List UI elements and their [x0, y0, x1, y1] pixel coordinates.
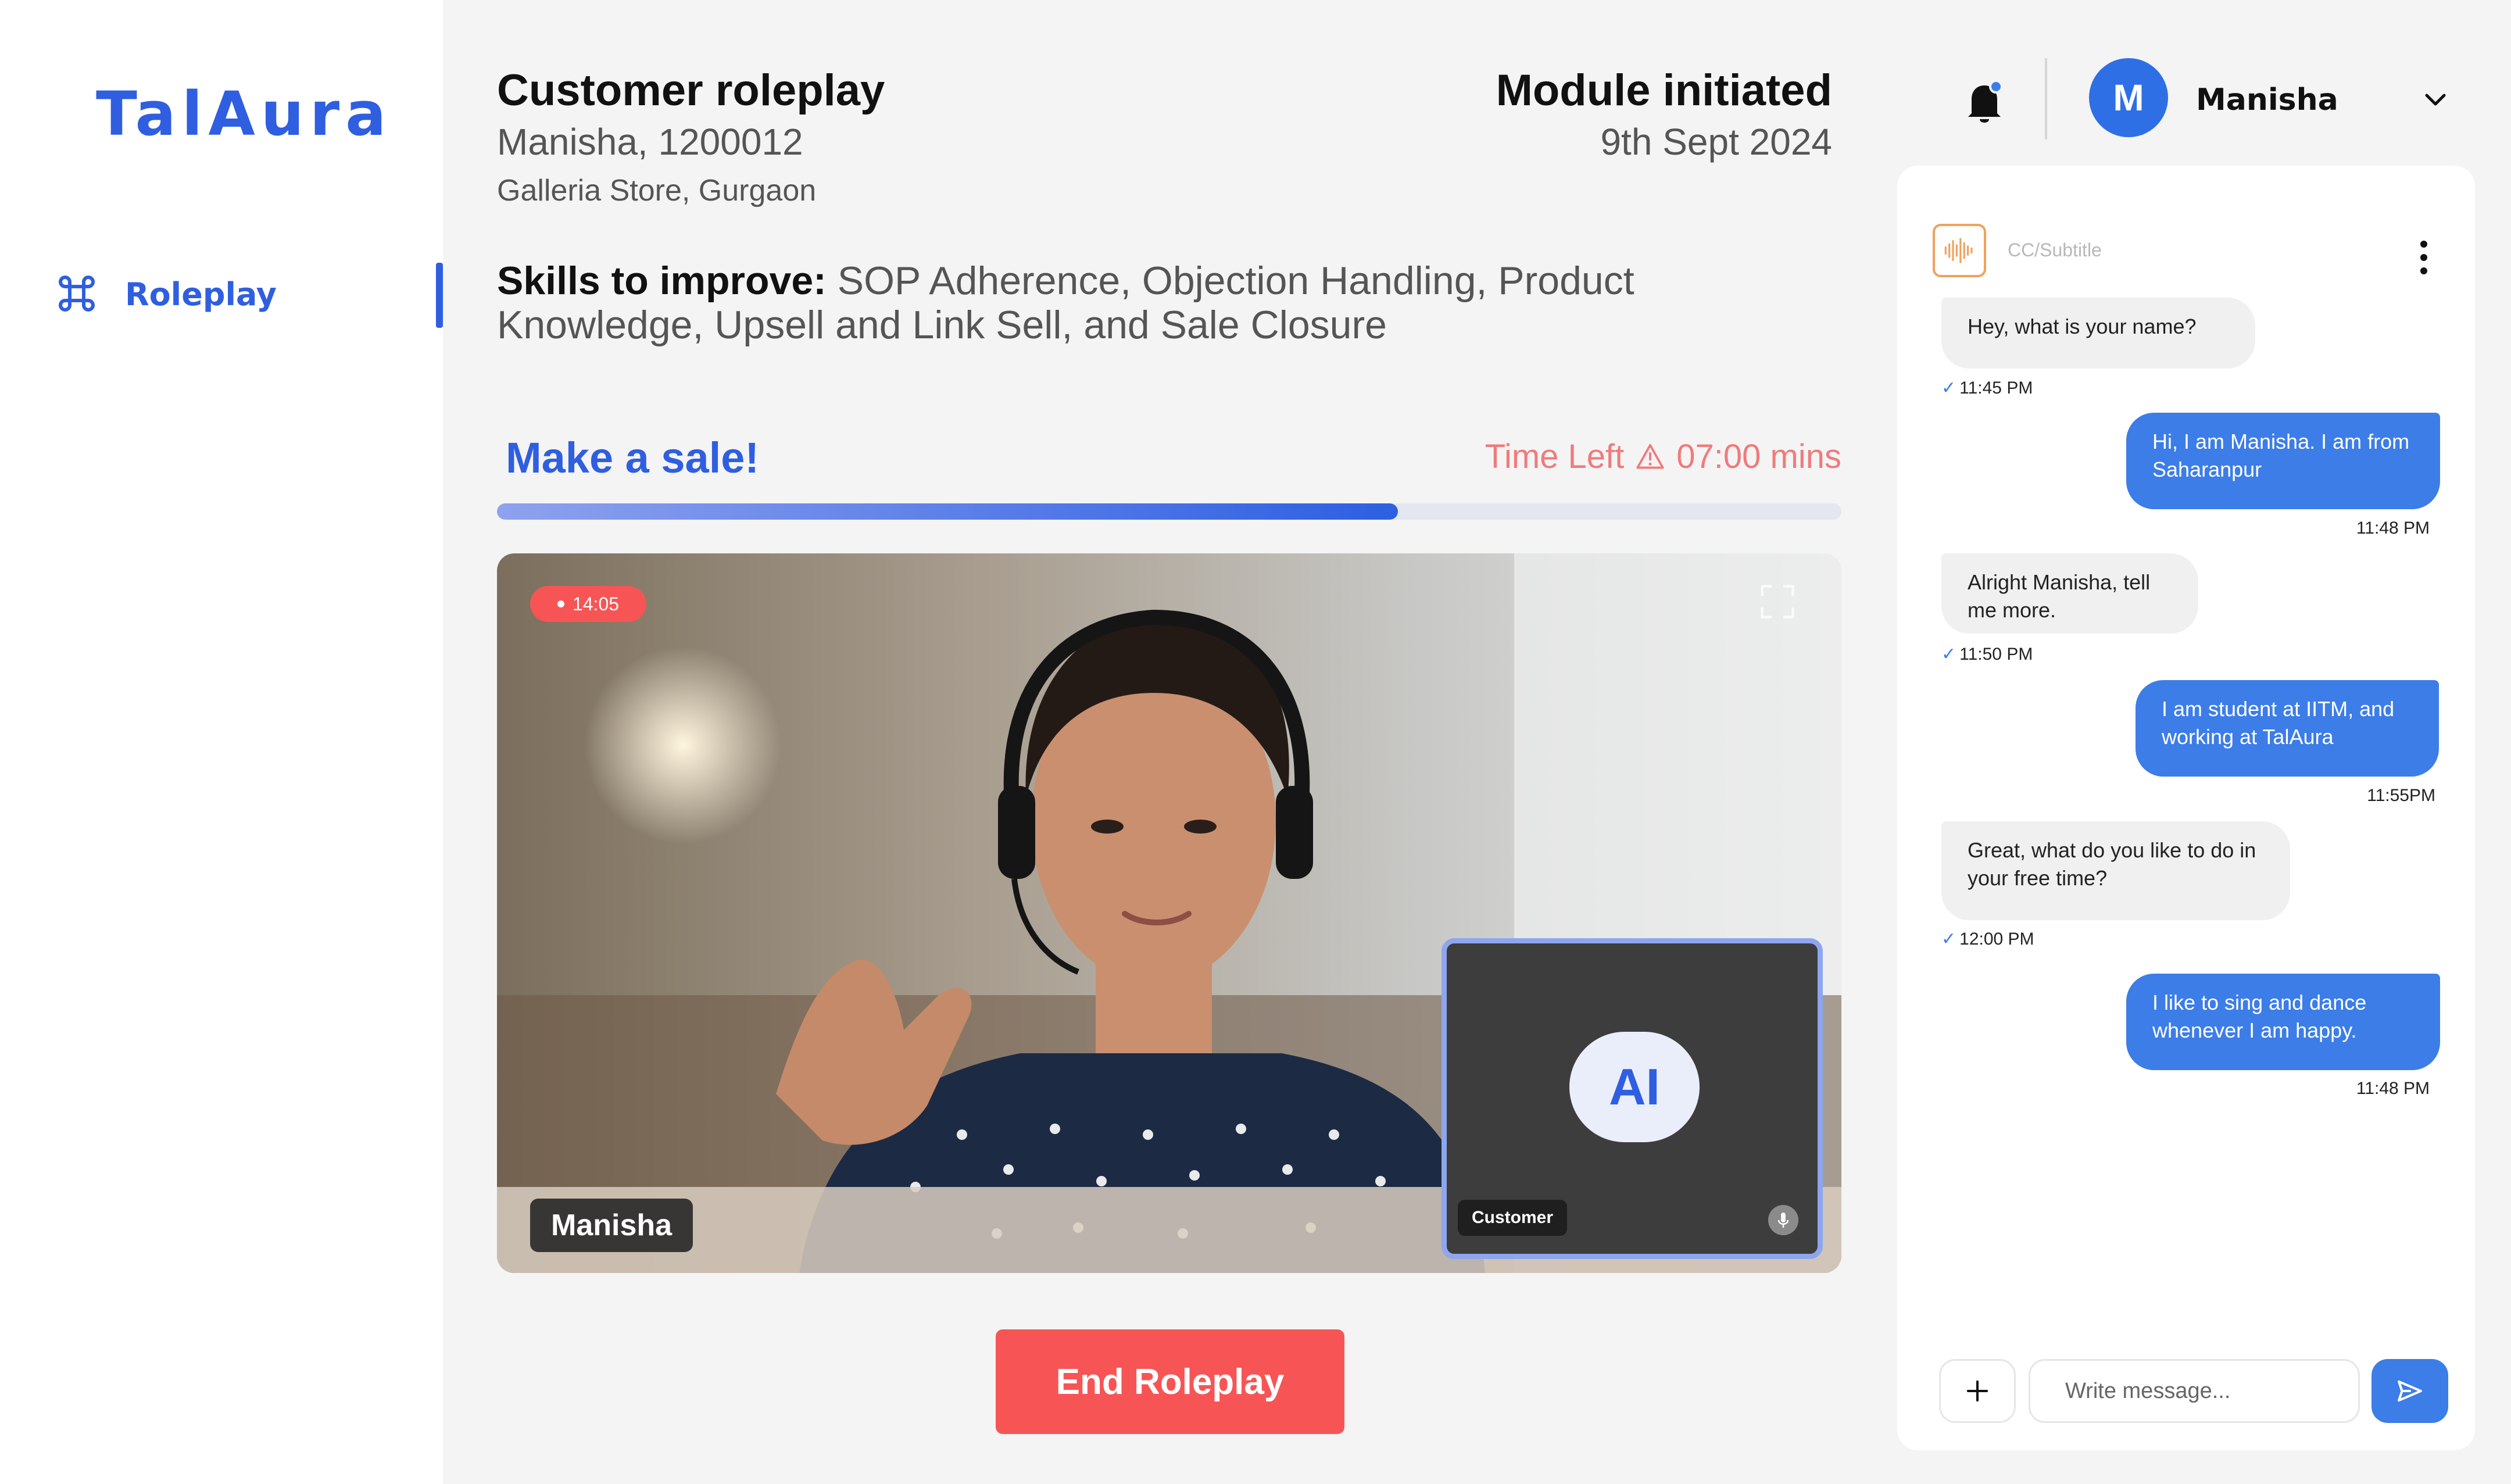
send-icon — [2398, 1380, 2422, 1402]
message-time-text: 11:45 PM — [1959, 378, 2033, 398]
progress-bar — [497, 503, 1841, 520]
chevron-down-icon[interactable] — [2421, 88, 2450, 112]
check-icon: ✓ — [1941, 929, 1956, 949]
more-options-icon[interactable] — [2417, 237, 2431, 278]
header-divider — [2045, 58, 2047, 140]
app-logo: TalAura — [96, 78, 392, 149]
recording-dot — [557, 600, 564, 607]
page-title: Customer roleplay — [497, 66, 885, 115]
timer-alert-icon — [1636, 444, 1664, 469]
skills-to-improve: Skills to improve: SOP Adherence, Object… — [497, 259, 1851, 347]
progress-fill — [497, 503, 1398, 520]
chat-message-sent: Hi, I am Manisha. I am from Saharanpur — [2126, 413, 2440, 509]
skills-label: Skills to improve: — [497, 259, 827, 303]
store-name: Galleria Store, Gurgaon — [497, 174, 817, 208]
plus-icon — [1966, 1380, 1988, 1402]
active-indicator — [436, 263, 443, 328]
module-status: Module initiated — [1496, 66, 1832, 115]
end-roleplay-button[interactable]: End Roleplay — [996, 1329, 1344, 1434]
sidebar — [0, 0, 443, 1484]
participant-info: Manisha, 1200012 — [497, 121, 803, 163]
message-time: 11:55PM — [2367, 786, 2435, 805]
message-time: ✓ 11:50 PM — [1941, 644, 2033, 664]
time-left: Time Left 07:00 mins — [1485, 437, 1841, 476]
recording-time: 14:05 — [572, 593, 620, 614]
audio-wave-icon — [1933, 224, 1986, 277]
message-time: ✓ 11:45 PM — [1941, 378, 2033, 398]
chat-message-received: Alright Manisha, tell me more. — [1941, 553, 2198, 634]
time-left-label: Time Left — [1485, 438, 1625, 475]
caption-label: CC/Subtitle — [2008, 239, 2102, 260]
task-title: Make a sale! — [506, 434, 760, 482]
message-time: ✓ 12:00 PM — [1941, 929, 2034, 949]
ai-avatar: AI — [1569, 1032, 1700, 1142]
user-avatar[interactable]: M — [2089, 58, 2168, 137]
chat-message-received: Hey, what is your name? — [1941, 298, 2255, 369]
message-time-text: 11:50 PM — [1959, 645, 2033, 664]
user-name[interactable]: Manisha — [2196, 83, 2338, 117]
check-icon: ✓ — [1941, 378, 1956, 398]
chat-message-received: Great, what do you like to do in your fr… — [1941, 821, 2290, 920]
time-left-value: 07:00 mins — [1676, 438, 1841, 475]
chat-message-sent: I like to sing and dance whenever I am h… — [2126, 974, 2440, 1070]
sidebar-item-roleplay[interactable]: Roleplay — [125, 276, 277, 313]
participant-name-tag: Manisha — [530, 1199, 693, 1252]
message-time: 11:48 PM — [2356, 518, 2430, 538]
message-time: 11:48 PM — [2356, 1079, 2430, 1098]
add-attachment-button[interactable] — [1939, 1359, 2016, 1423]
message-input[interactable] — [2029, 1359, 2360, 1423]
send-button[interactable] — [2372, 1359, 2448, 1423]
chat-message-sent: I am student at IITM, and working at Tal… — [2136, 680, 2439, 777]
command-icon — [59, 276, 95, 312]
mic-icon[interactable] — [1768, 1205, 1798, 1235]
fullscreen-icon[interactable] — [1758, 582, 1797, 621]
ai-role-tag: Customer — [1458, 1200, 1568, 1236]
module-date: 9th Sept 2024 — [1600, 121, 1832, 163]
notification-bell-icon[interactable] — [1965, 78, 2005, 125]
message-time-text: 12:00 PM — [1959, 929, 2034, 949]
check-icon: ✓ — [1941, 645, 1956, 664]
recording-badge: 14:05 — [530, 586, 646, 622]
